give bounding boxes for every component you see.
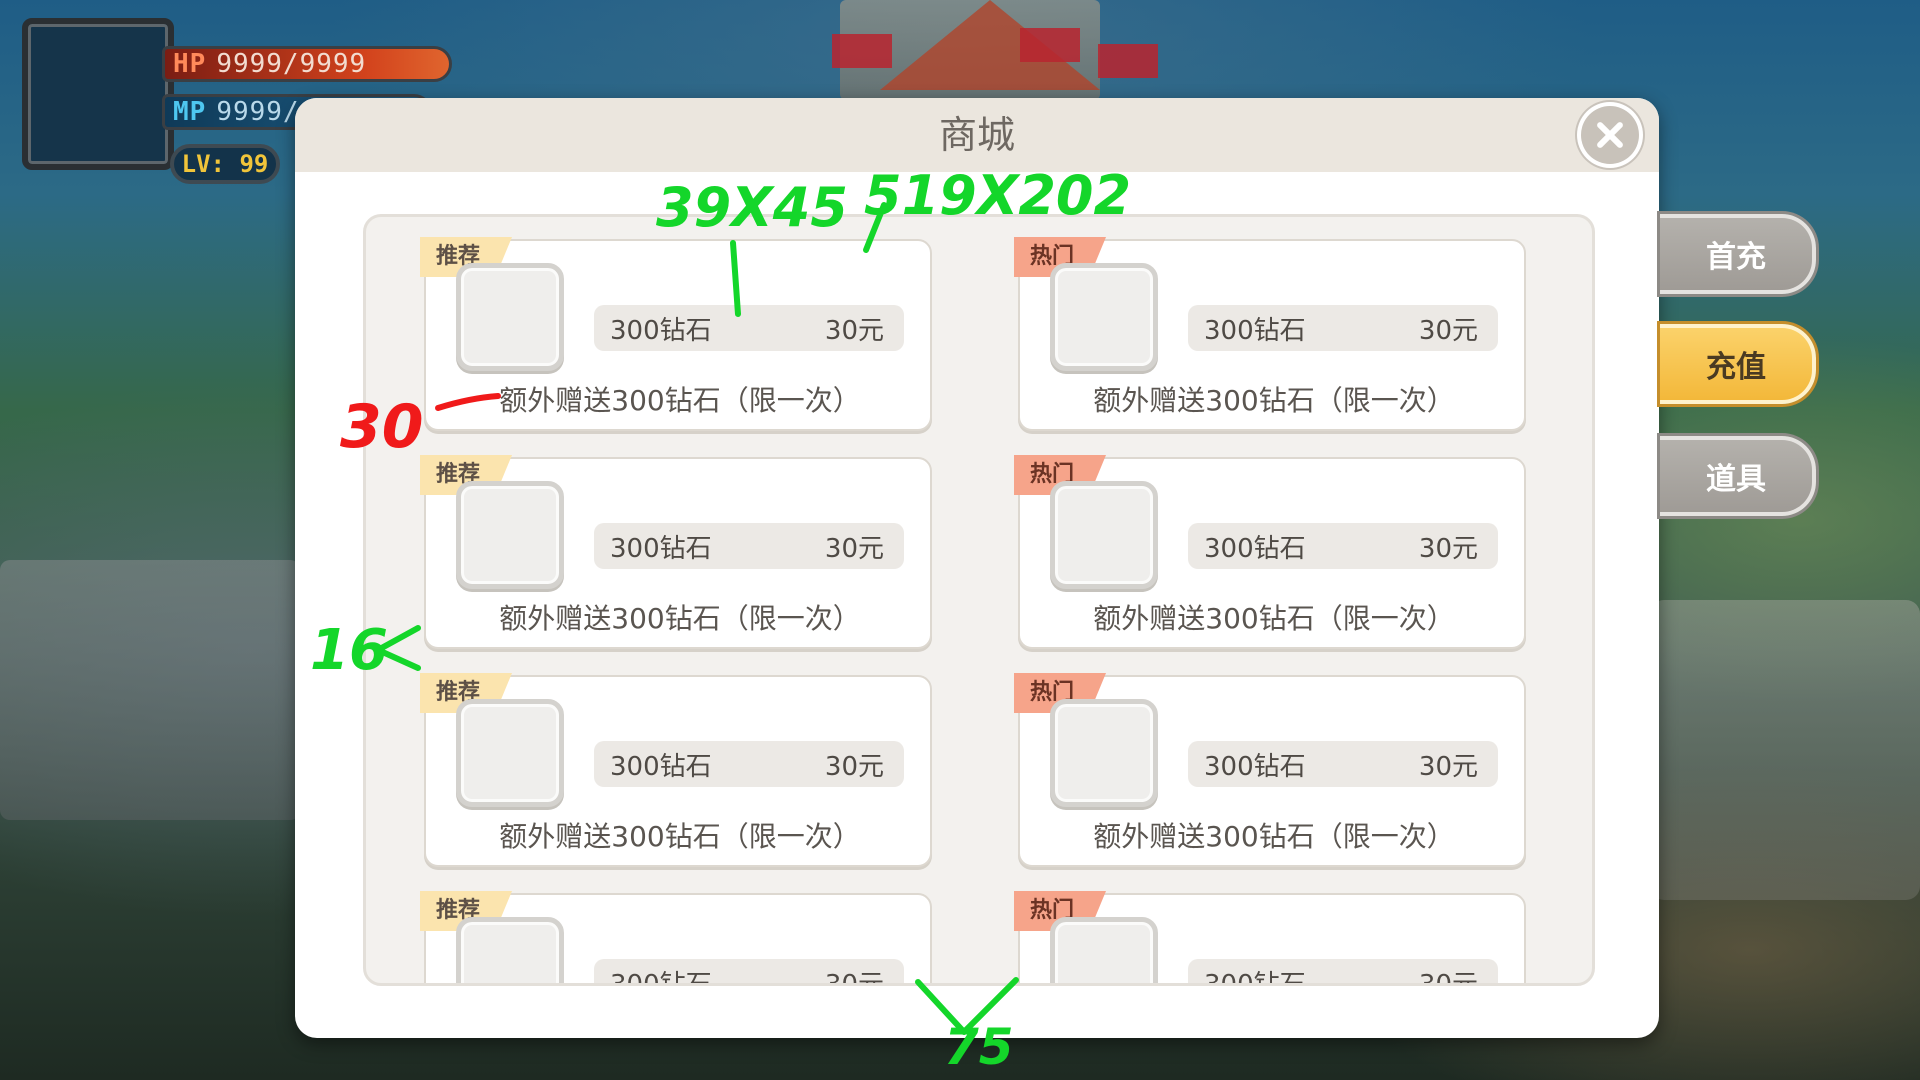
product-card[interactable]: 推荐300钻石30元额外赠送300钻石（限一次） bbox=[420, 237, 932, 431]
product-bonus: 额外赠送300钻石（限一次） bbox=[499, 384, 861, 417]
product-item: 300钻石 bbox=[1204, 969, 1306, 986]
price-bar: 300钻石 30元 bbox=[594, 741, 904, 787]
product-bonus: 额外赠送300钻石（限一次） bbox=[499, 820, 861, 853]
product-price: 30元 bbox=[824, 315, 884, 346]
product-item: 300钻石 bbox=[1204, 751, 1306, 782]
product-card[interactable]: 推荐300钻石30元额外赠送300钻石（限一次） bbox=[420, 455, 932, 649]
price-bar: 300钻石 30元 bbox=[594, 959, 904, 986]
product-icon bbox=[1050, 481, 1158, 589]
product-item: 300钻石 bbox=[1204, 315, 1306, 346]
game-scene: HP 9999/9999 MP 9999/ LV: 99 商城 推荐 300钻石 3… bbox=[0, 0, 1920, 1080]
shop-dialog: 商城 推荐 300钻石 30元 额外赠送300钻石（限一次） 热门 300钻石 30元 额外赠… bbox=[295, 98, 1659, 1038]
product-bonus: 额外赠送300钻石（限一次） bbox=[1093, 602, 1455, 635]
price-bar: 300钻石 30元 bbox=[1188, 523, 1498, 569]
product-price: 30元 bbox=[1418, 315, 1478, 346]
product-card[interactable]: 热门300钻石30元额外赠送300钻石（限一次） bbox=[1014, 891, 1526, 986]
product-card[interactable]: 热门300钻石30元额外赠送300钻石（限一次） bbox=[1014, 455, 1526, 649]
product-item: 300钻石 bbox=[610, 969, 712, 986]
close-icon[interactable] bbox=[1581, 106, 1639, 164]
product-price: 30元 bbox=[824, 533, 884, 564]
product-bonus: 额外赠送300钻石（限一次） bbox=[499, 602, 861, 635]
product-icon bbox=[1050, 699, 1158, 807]
hp-bar: HP 9999/9999 bbox=[162, 46, 452, 82]
background-flag bbox=[832, 34, 892, 68]
hp-value: 9999/9999 bbox=[216, 49, 367, 79]
product-item: 300钻石 bbox=[1204, 533, 1306, 564]
annotation-card-gap: 16 bbox=[310, 618, 388, 683]
product-bonus: 额外赠送300钻石（限一次） bbox=[1093, 820, 1455, 853]
price-bar: 300钻石 30元 bbox=[594, 305, 904, 351]
product-card[interactable]: 推荐300钻石30元额外赠送300钻石（限一次） bbox=[420, 673, 932, 867]
product-icon bbox=[1050, 263, 1158, 371]
product-item: 300钻石 bbox=[610, 315, 712, 346]
background-flag bbox=[1020, 28, 1080, 62]
product-price: 30元 bbox=[1418, 969, 1478, 986]
player-portrait[interactable] bbox=[22, 18, 174, 170]
product-card[interactable]: 推荐300钻石30元额外赠送300钻石（限一次） bbox=[420, 891, 932, 986]
shop-title: 商城 bbox=[938, 113, 1015, 157]
price-bar: 300钻石 30元 bbox=[1188, 305, 1498, 351]
annotation-icon-size: 39X45 bbox=[656, 176, 848, 239]
price-bar: 300钻石 30元 bbox=[594, 523, 904, 569]
annotation-text-offset: 30 bbox=[340, 392, 424, 462]
mp-label: MP bbox=[173, 97, 207, 127]
product-grid: 推荐 300钻石 30元 额外赠送300钻石（限一次） 热门 300钻石 30元 额外赠送30… bbox=[420, 237, 1534, 986]
product-icon bbox=[456, 699, 564, 807]
background-courtyard bbox=[1650, 600, 1920, 900]
product-icon bbox=[456, 481, 564, 589]
product-item: 300钻石 bbox=[610, 751, 712, 782]
product-price: 30元 bbox=[1418, 533, 1478, 564]
product-card[interactable]: 热门300钻石30元额外赠送300钻石（限一次） bbox=[1014, 673, 1526, 867]
background-flag bbox=[1098, 44, 1158, 78]
product-icon bbox=[1050, 917, 1158, 983]
mp-value: 9999/ bbox=[216, 97, 300, 127]
product-panel[interactable]: 推荐 300钻石 30元 额外赠送300钻石（限一次） 热门 300钻石 30元 额外赠送30… bbox=[363, 214, 1595, 986]
side-tab[interactable]: 充值 bbox=[1660, 324, 1816, 404]
level-badge: LV: 99 bbox=[170, 144, 280, 184]
price-bar: 300钻石 30元 bbox=[1188, 741, 1498, 787]
product-price: 30元 bbox=[1418, 751, 1478, 782]
price-bar: 300钻石 30元 bbox=[1188, 959, 1498, 986]
annotation-panel-margin: 75 bbox=[944, 1018, 1014, 1076]
product-icon bbox=[456, 917, 564, 983]
side-tab[interactable]: 首充 bbox=[1660, 214, 1816, 294]
side-tab[interactable]: 道具 bbox=[1660, 436, 1816, 516]
background-wall bbox=[0, 560, 300, 820]
hp-label: HP bbox=[173, 49, 207, 79]
product-icon bbox=[456, 263, 564, 371]
product-bonus: 额外赠送300钻石（限一次） bbox=[1093, 384, 1455, 417]
product-item: 300钻石 bbox=[610, 533, 712, 564]
product-price: 30元 bbox=[824, 969, 884, 986]
annotation-card-size: 519X202 bbox=[864, 164, 1132, 227]
product-price: 30元 bbox=[824, 751, 884, 782]
product-card[interactable]: 热门300钻石30元额外赠送300钻石（限一次） bbox=[1014, 237, 1526, 431]
